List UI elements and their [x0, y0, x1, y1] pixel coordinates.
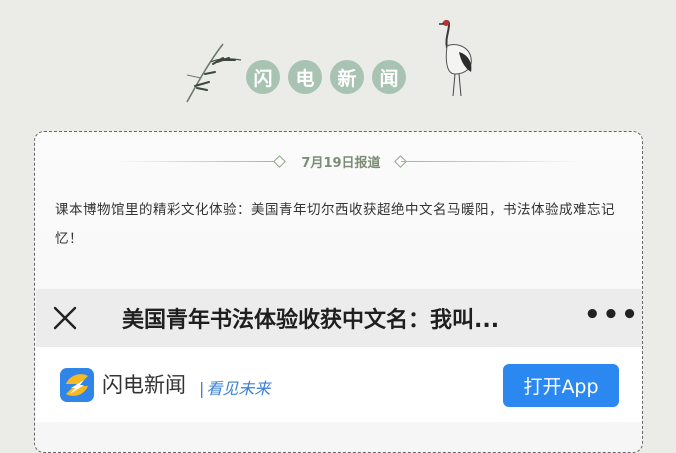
divider-line: [117, 161, 279, 162]
embedded-page-title: 美国青年书法体验收获中文名：我叫...: [122, 308, 500, 333]
bamboo-icon: [186, 43, 242, 103]
divider-line: [401, 161, 581, 162]
slogan-text: 看见未来: [206, 379, 271, 398]
news-summary: 课本博物馆里的精彩文化体验：美国青年切尔西收获超绝中文名马暖阳，书法体验成难忘记…: [55, 202, 615, 247]
report-date: 7月19日报道: [301, 156, 381, 171]
news-card: 7月19日报道 课本博物馆里的精彩文化体验：美国青年切尔西收获超绝中文名马暖阳，…: [34, 131, 643, 453]
close-icon[interactable]: [52, 305, 78, 331]
lightning-logo-icon: [60, 368, 94, 402]
crane-icon: [439, 20, 472, 97]
date-header: 7月19日报道: [35, 149, 642, 173]
title-char: 闪: [246, 60, 280, 94]
app-download-banner: 闪电新闻 | 看见未来 打开App: [36, 347, 642, 422]
title-char: 闻: [372, 60, 406, 94]
more-dots-icon[interactable]: •••: [584, 302, 638, 330]
slogan-separator: |: [199, 379, 205, 398]
app-slogan: | 看见未来: [199, 375, 270, 399]
embedded-page-bar: 美国青年书法体验收获中文名：我叫... •••: [36, 289, 642, 347]
open-app-button[interactable]: 打开App: [503, 364, 619, 407]
page-header: 闪 电 新 闻: [0, 0, 676, 130]
title-char: 电: [288, 60, 322, 94]
app-name: 闪电新闻: [102, 373, 186, 397]
diamond-icon: [273, 155, 286, 168]
title-char: 新: [330, 60, 364, 94]
site-title: 闪 电 新 闻: [246, 60, 406, 96]
